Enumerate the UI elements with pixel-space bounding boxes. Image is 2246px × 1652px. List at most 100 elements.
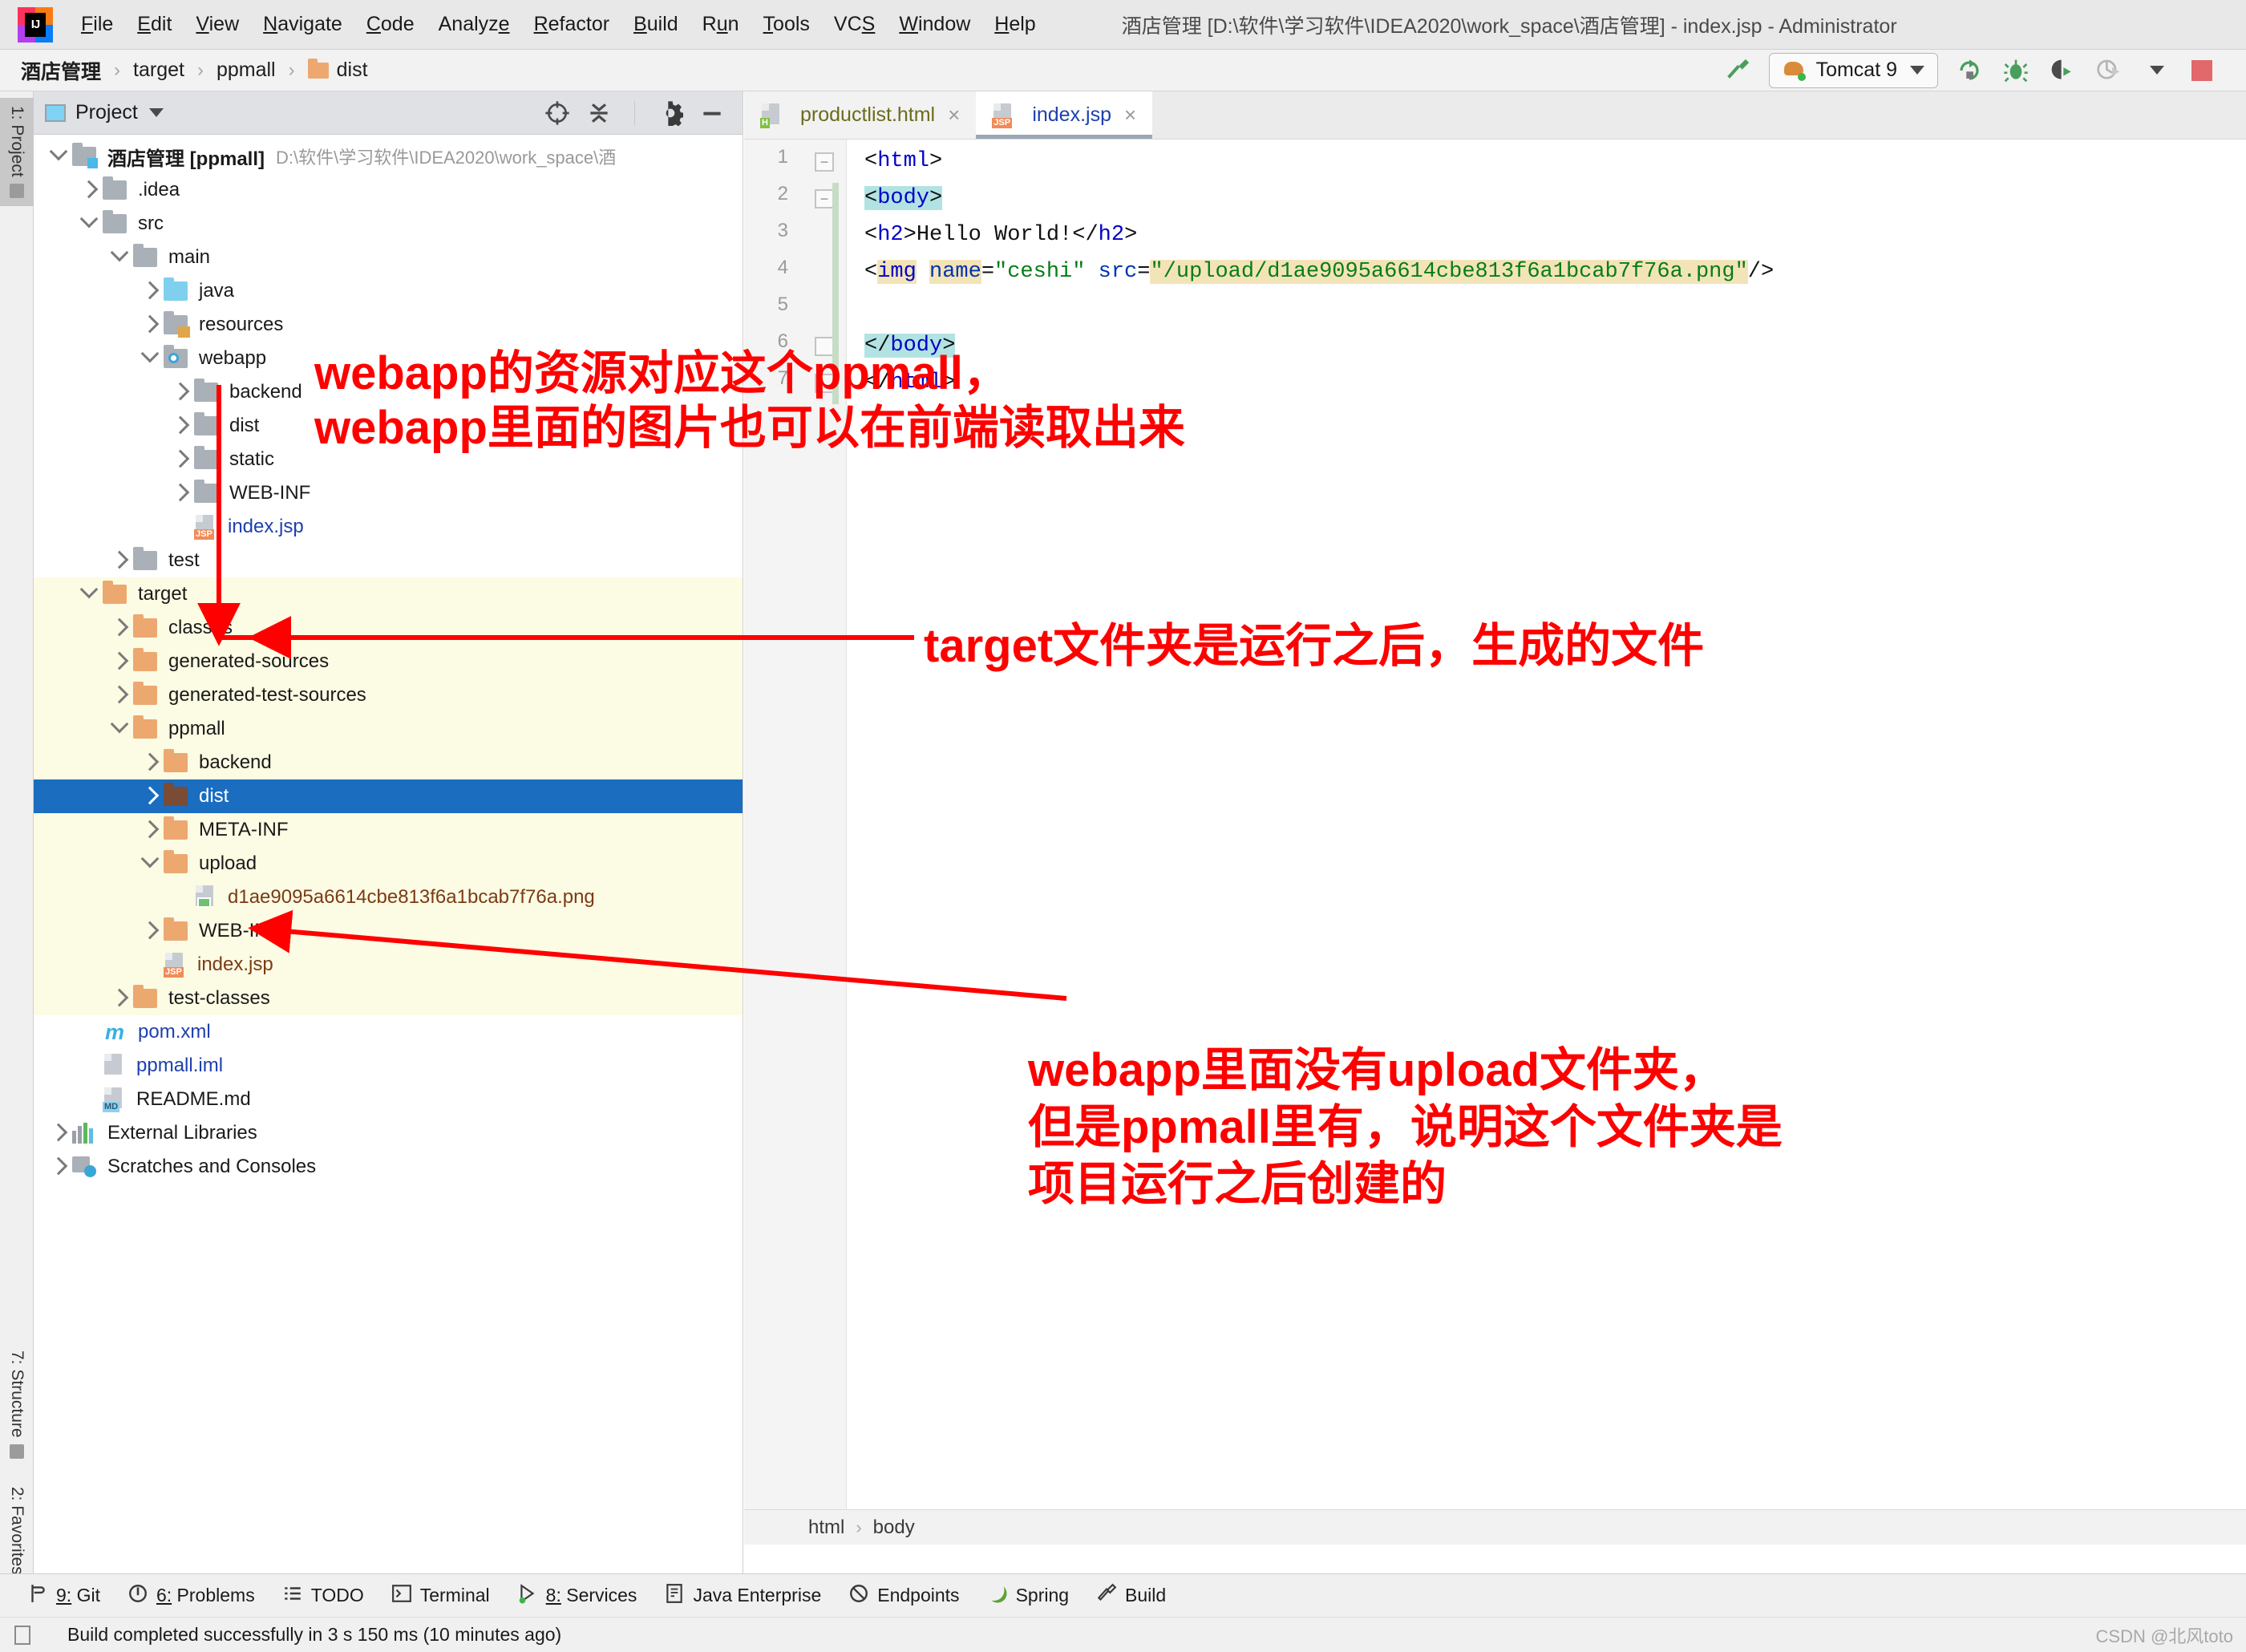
chevron-down-icon[interactable] bbox=[75, 580, 103, 606]
collapse-all-icon[interactable] bbox=[586, 100, 612, 126]
code-content[interactable]: <html> <body> <h2>Hello World!</h2> <img na… bbox=[847, 140, 2246, 1509]
breadcrumb-item-1[interactable]: target bbox=[133, 59, 184, 82]
chevron-right-icon[interactable] bbox=[136, 785, 164, 808]
tool-window-tab-structure[interactable]: 7: Structure bbox=[0, 1342, 34, 1467]
bottom-tab-spring[interactable]: Spring bbox=[987, 1583, 1069, 1609]
chevron-right-icon[interactable] bbox=[136, 920, 164, 942]
run-with-coverage-button[interactable] bbox=[2044, 55, 2081, 87]
editor-tab-productlisthtml[interactable]: Hproductlist.html × bbox=[744, 91, 977, 139]
tree-node-web-inf[interactable]: WEB-INF bbox=[34, 914, 743, 948]
bottom-tab-javaenterprise[interactable]: Java Enterprise bbox=[664, 1583, 821, 1609]
tree-node-generated-sources[interactable]: generated-sources bbox=[34, 645, 743, 678]
stop-button[interactable] bbox=[2183, 55, 2220, 87]
code-fold-icon[interactable] bbox=[815, 337, 834, 356]
close-icon[interactable]: × bbox=[1124, 103, 1136, 128]
run-configuration-selector[interactable]: Tomcat 9 bbox=[1768, 52, 1938, 88]
tool-window-tab-project[interactable]: 1: Project bbox=[0, 98, 34, 206]
menu-item-help[interactable]: Help bbox=[982, 8, 1047, 41]
menu-item-window[interactable]: Window bbox=[887, 8, 982, 41]
chevron-right-icon[interactable] bbox=[106, 987, 133, 1010]
chevron-down-icon[interactable] bbox=[106, 243, 133, 269]
chevron-right-icon[interactable] bbox=[167, 482, 194, 504]
profile-button[interactable] bbox=[2090, 55, 2127, 87]
editor-breadcrumb-html[interactable]: html bbox=[808, 1516, 844, 1539]
tree-node-externallibraries[interactable]: External Libraries bbox=[34, 1116, 743, 1150]
chevron-right-icon[interactable] bbox=[45, 1156, 72, 1178]
tree-node-webapp[interactable]: webapp bbox=[34, 342, 743, 375]
tree-node-main[interactable]: main bbox=[34, 241, 743, 274]
tree-node-generated-test-sources[interactable]: generated-test-sources bbox=[34, 678, 743, 712]
menu-item-view[interactable]: View bbox=[184, 8, 251, 41]
close-icon[interactable]: × bbox=[948, 103, 960, 128]
bottom-tab-build[interactable]: Build bbox=[1096, 1583, 1166, 1609]
chevron-right-icon[interactable] bbox=[136, 314, 164, 336]
tree-node-upload[interactable]: upload bbox=[34, 847, 743, 881]
tree-node-index.jsp[interactable]: JSP index.jsp bbox=[34, 948, 743, 982]
chevron-down-icon[interactable] bbox=[148, 108, 164, 117]
tree-node-scratchesandconsoles[interactable]: Scratches and Consoles bbox=[34, 1150, 743, 1184]
chevron-down-icon[interactable] bbox=[45, 142, 72, 168]
bottom-tab-todo[interactable]: TODO bbox=[282, 1583, 364, 1609]
tree-node-target[interactable]: target bbox=[34, 577, 743, 611]
tree-node-classes[interactable]: classes bbox=[34, 611, 743, 645]
chevron-right-icon[interactable] bbox=[45, 1122, 72, 1144]
code-fold-icon[interactable]: − bbox=[815, 189, 834, 209]
debug-button[interactable] bbox=[1997, 55, 2034, 87]
bottom-tab-terminal[interactable]: Terminal bbox=[391, 1583, 490, 1609]
breadcrumb-item-2[interactable]: ppmall bbox=[217, 59, 276, 82]
chevron-right-icon[interactable] bbox=[136, 819, 164, 841]
tree-node-test[interactable]: test bbox=[34, 544, 743, 577]
editor-breadcrumb-body[interactable]: body bbox=[873, 1516, 915, 1539]
chevron-right-icon[interactable] bbox=[167, 448, 194, 471]
menu-item-vcs[interactable]: VCS bbox=[822, 8, 887, 41]
code-fold-icon[interactable]: − bbox=[815, 152, 834, 172]
menu-item-code[interactable]: Code bbox=[354, 8, 427, 41]
bottom-tab-git[interactable]: 9: Git bbox=[27, 1583, 100, 1609]
tree-node-ppmall.iml[interactable]: ppmall.iml bbox=[34, 1049, 743, 1083]
chevron-right-icon[interactable] bbox=[106, 650, 133, 673]
chevron-right-icon[interactable] bbox=[136, 280, 164, 302]
bottom-tab-services[interactable]: 8: Services bbox=[517, 1583, 637, 1609]
profile-dropdown-icon[interactable] bbox=[2137, 55, 2174, 87]
select-opened-file-icon[interactable] bbox=[544, 100, 570, 126]
chevron-right-icon[interactable] bbox=[106, 617, 133, 639]
menu-item-refactor[interactable]: Refactor bbox=[522, 8, 622, 41]
breadcrumb-item-3[interactable]: dist bbox=[307, 58, 368, 82]
build-hammer-icon[interactable] bbox=[1719, 55, 1756, 87]
tree-node-meta-inf[interactable]: META-INF bbox=[34, 813, 743, 847]
tree-node-dist[interactable]: dist bbox=[34, 409, 743, 443]
tree-node-backend[interactable]: backend bbox=[34, 746, 743, 779]
tree-node-src[interactable]: src bbox=[34, 207, 743, 241]
bottom-tab-problems[interactable]: 6: Problems bbox=[127, 1583, 255, 1609]
tree-node-.idea[interactable]: .idea bbox=[34, 173, 743, 207]
menu-item-file[interactable]: File bbox=[69, 8, 125, 41]
menu-item-edit[interactable]: Edit bbox=[125, 8, 184, 41]
tree-node-index.jsp[interactable]: JSP index.jsp bbox=[34, 510, 743, 544]
menu-item-analyze[interactable]: Analyze bbox=[427, 8, 522, 41]
chevron-down-icon[interactable] bbox=[75, 209, 103, 236]
tree-node-readme.md[interactable]: MD README.md bbox=[34, 1083, 743, 1116]
tree-node-d1ae9095a6614cbe813f6a1bcab7f76a.png[interactable]: d1ae9095a6614cbe813f6a1bcab7f76a.png bbox=[34, 881, 743, 914]
tree-node-dist[interactable]: dist bbox=[34, 779, 743, 813]
menu-item-build[interactable]: Build bbox=[621, 8, 690, 41]
chevron-down-icon[interactable] bbox=[106, 715, 133, 741]
chevron-right-icon[interactable] bbox=[106, 684, 133, 707]
tree-node-resources[interactable]: resources bbox=[34, 308, 743, 342]
bottom-tab-endpoints[interactable]: Endpoints bbox=[848, 1583, 960, 1609]
menu-item-run[interactable]: Run bbox=[690, 8, 751, 41]
chevron-right-icon[interactable] bbox=[167, 381, 194, 403]
run-button[interactable] bbox=[1951, 55, 1988, 87]
tree-node-ppmall[interactable]: ppmall bbox=[34, 712, 743, 746]
chevron-right-icon[interactable] bbox=[75, 179, 103, 201]
chevron-down-icon[interactable] bbox=[136, 849, 164, 876]
chevron-right-icon[interactable] bbox=[167, 415, 194, 437]
tree-node-static[interactable]: static bbox=[34, 443, 743, 476]
menu-item-navigate[interactable]: Navigate bbox=[251, 8, 354, 41]
menu-item-tools[interactable]: Tools bbox=[751, 8, 822, 41]
tree-node-pom.xml[interactable]: m pom.xml bbox=[34, 1015, 743, 1049]
hide-panel-icon[interactable] bbox=[699, 100, 725, 126]
tree-node-ppmall[interactable]: 酒店管理 [ppmall] D:\软件\学习软件\IDEA2020\work_sp… bbox=[34, 140, 743, 173]
tree-node-backend[interactable]: backend bbox=[34, 375, 743, 409]
chevron-down-icon[interactable] bbox=[136, 344, 164, 370]
tree-node-web-inf[interactable]: WEB-INF bbox=[34, 476, 743, 510]
